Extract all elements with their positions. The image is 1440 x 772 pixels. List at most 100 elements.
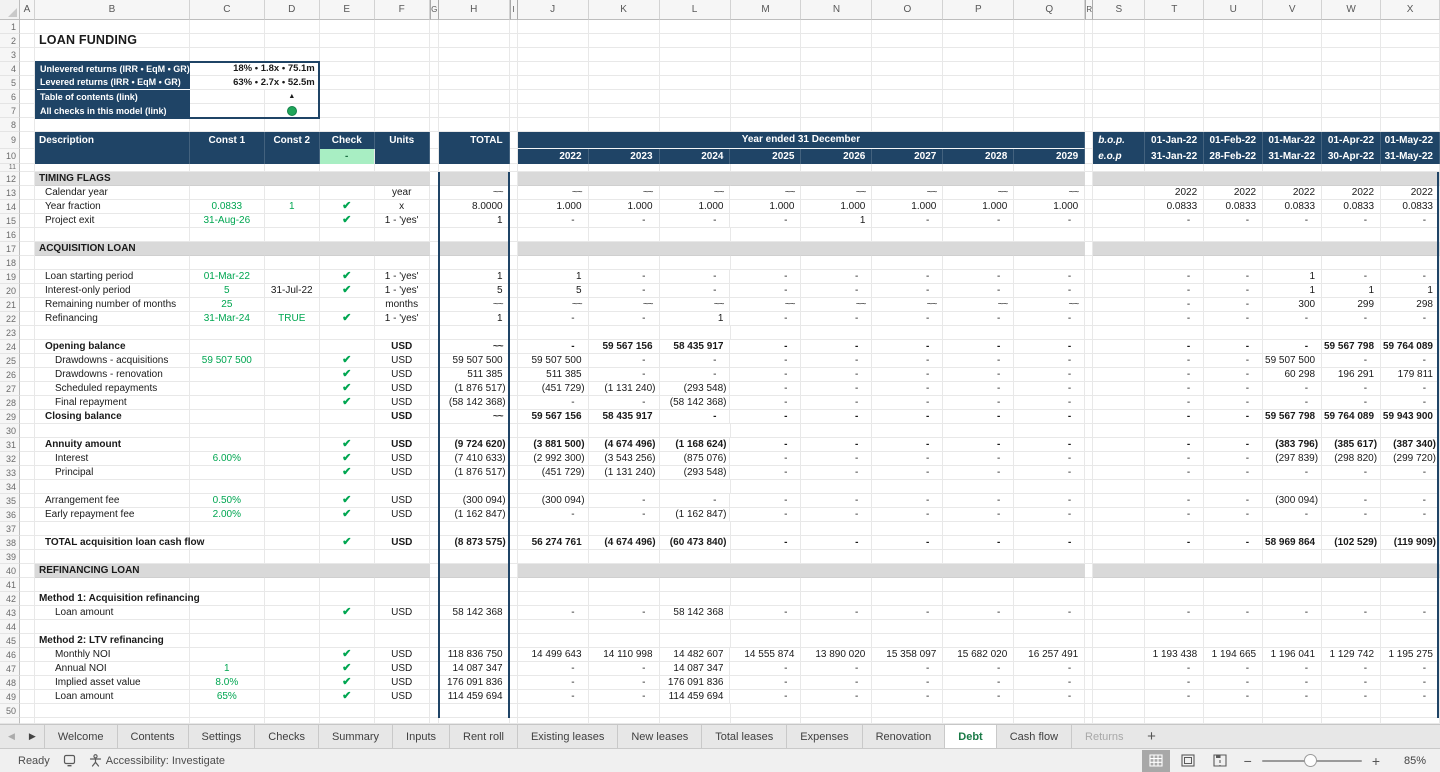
year-cell[interactable]: - bbox=[943, 368, 1014, 382]
month-cell[interactable]: - bbox=[1204, 410, 1263, 424]
cell[interactable] bbox=[265, 704, 320, 718]
cell[interactable] bbox=[190, 34, 265, 48]
cell[interactable] bbox=[589, 550, 660, 564]
cell[interactable] bbox=[1085, 494, 1093, 508]
cell[interactable] bbox=[20, 690, 35, 704]
cell[interactable] bbox=[1263, 620, 1322, 634]
const1-cell[interactable]: 01-Mar-22 bbox=[190, 270, 265, 284]
cell[interactable] bbox=[1085, 704, 1093, 718]
cell[interactable] bbox=[1085, 676, 1093, 690]
cell[interactable] bbox=[660, 704, 731, 718]
cell[interactable] bbox=[265, 256, 320, 270]
year-cell[interactable]: 15 358 097 bbox=[872, 648, 943, 662]
cell[interactable] bbox=[265, 186, 320, 200]
cell[interactable] bbox=[731, 564, 802, 578]
cell[interactable] bbox=[320, 34, 375, 48]
units-cell[interactable]: USD bbox=[375, 466, 430, 480]
cell[interactable] bbox=[943, 522, 1014, 536]
macro-record-icon[interactable] bbox=[63, 754, 76, 767]
year-cell[interactable]: (451 729) bbox=[518, 466, 589, 480]
units-cell[interactable]: USD bbox=[375, 438, 430, 452]
cell[interactable] bbox=[1381, 564, 1440, 578]
row-header-8[interactable]: 8 bbox=[0, 118, 20, 132]
cell[interactable] bbox=[1204, 62, 1263, 76]
cell[interactable] bbox=[190, 20, 265, 34]
total-cell[interactable]: 14 087 347 bbox=[439, 662, 510, 676]
cell[interactable] bbox=[190, 228, 265, 242]
cell[interactable] bbox=[320, 20, 375, 34]
cell[interactable] bbox=[20, 284, 35, 298]
column-header-I[interactable]: I bbox=[510, 0, 518, 20]
year-cell[interactable]: (451 729) bbox=[518, 382, 589, 396]
column-header-P[interactable]: P bbox=[943, 0, 1014, 20]
year-cell[interactable]: - bbox=[1014, 606, 1085, 620]
month-cell[interactable]: - bbox=[1263, 508, 1322, 522]
cell[interactable] bbox=[1204, 104, 1263, 118]
cell[interactable] bbox=[20, 164, 35, 172]
cell[interactable] bbox=[510, 410, 518, 424]
year-cell[interactable]: ~~ bbox=[872, 186, 943, 200]
cell[interactable] bbox=[801, 578, 872, 592]
cell[interactable] bbox=[518, 62, 589, 76]
cell[interactable] bbox=[660, 578, 731, 592]
units-cell[interactable]: USD bbox=[375, 410, 430, 424]
cell[interactable] bbox=[1014, 172, 1085, 186]
month-cell[interactable]: - bbox=[1381, 494, 1440, 508]
cell[interactable] bbox=[1204, 228, 1263, 242]
year-cell[interactable]: 59 567 156 bbox=[518, 410, 589, 424]
cell[interactable] bbox=[731, 424, 802, 438]
cell[interactable] bbox=[872, 118, 943, 132]
year-cell[interactable]: - bbox=[589, 270, 660, 284]
month-cell[interactable]: - bbox=[1204, 312, 1263, 326]
total-cell[interactable]: (9 724 620) bbox=[439, 438, 510, 452]
cell[interactable] bbox=[190, 396, 265, 410]
cell[interactable] bbox=[1145, 172, 1204, 186]
cell[interactable] bbox=[943, 564, 1014, 578]
year-cell[interactable]: - bbox=[943, 270, 1014, 284]
cell[interactable] bbox=[265, 452, 320, 466]
total-cell[interactable]: (1 876 517) bbox=[439, 382, 510, 396]
cell[interactable] bbox=[943, 34, 1014, 48]
cell[interactable] bbox=[430, 312, 439, 326]
units-cell[interactable]: USD bbox=[375, 536, 430, 550]
const1-cell[interactable]: 65% bbox=[190, 690, 265, 704]
add-sheet-button[interactable]: + bbox=[1137, 725, 1167, 748]
cell[interactable] bbox=[1085, 606, 1093, 620]
year-cell[interactable]: - bbox=[730, 466, 801, 480]
year-cell[interactable]: 511 385 bbox=[518, 368, 589, 382]
cell[interactable] bbox=[265, 396, 320, 410]
cell[interactable] bbox=[1263, 564, 1322, 578]
year-cell[interactable]: - bbox=[872, 382, 943, 396]
cell[interactable] bbox=[510, 508, 518, 522]
cell[interactable] bbox=[1263, 424, 1322, 438]
month-cell[interactable]: 1 bbox=[1322, 284, 1381, 298]
year-cell[interactable]: - bbox=[730, 438, 801, 452]
cell[interactable] bbox=[190, 368, 265, 382]
const1-cell[interactable]: 59 507 500 bbox=[190, 354, 265, 368]
cell[interactable] bbox=[265, 592, 320, 606]
cell[interactable] bbox=[872, 242, 943, 256]
cell[interactable] bbox=[1322, 480, 1381, 494]
year-cell[interactable]: (3 543 256) bbox=[589, 452, 660, 466]
cell[interactable] bbox=[660, 90, 731, 104]
cell[interactable] bbox=[1322, 90, 1381, 104]
cell[interactable] bbox=[801, 90, 872, 104]
cell[interactable] bbox=[872, 634, 943, 648]
units-cell[interactable]: USD bbox=[375, 606, 430, 620]
year-cell[interactable]: - bbox=[943, 312, 1014, 326]
check-mark-icon[interactable]: ✔ bbox=[320, 312, 375, 326]
cell[interactable] bbox=[190, 522, 265, 536]
section-label[interactable]: REFINANCING LOAN bbox=[35, 564, 190, 578]
cell[interactable] bbox=[1085, 368, 1093, 382]
cell[interactable] bbox=[1263, 20, 1322, 34]
month-cell[interactable]: - bbox=[1204, 690, 1263, 704]
cell[interactable] bbox=[1093, 354, 1145, 368]
cell[interactable] bbox=[20, 340, 35, 354]
column-header-M[interactable]: M bbox=[731, 0, 802, 20]
year-cell[interactable]: - bbox=[589, 690, 660, 704]
year-cell[interactable]: 14 482 607 bbox=[660, 648, 731, 662]
cell[interactable] bbox=[660, 228, 731, 242]
cell[interactable] bbox=[20, 104, 35, 118]
row-header-39[interactable]: 39 bbox=[0, 550, 20, 564]
cell[interactable] bbox=[1145, 62, 1204, 76]
